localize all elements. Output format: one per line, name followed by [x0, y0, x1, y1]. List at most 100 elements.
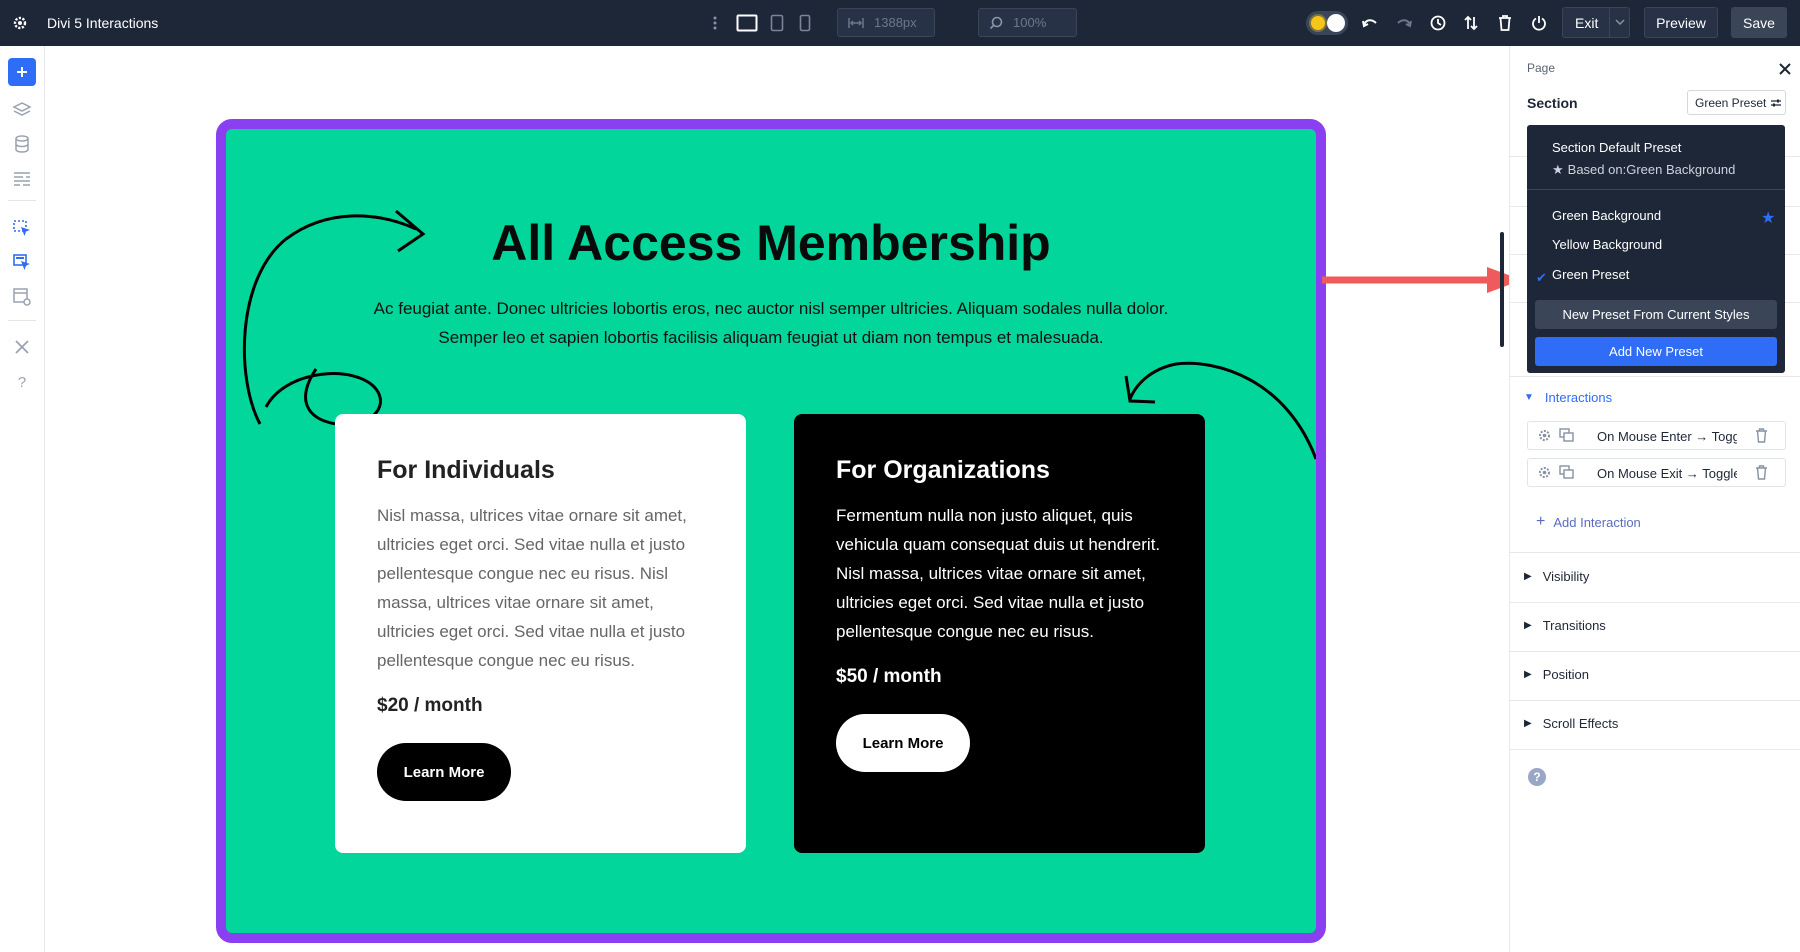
- breadcrumb[interactable]: Page: [1527, 61, 1555, 75]
- learn-more-button[interactable]: Learn More: [377, 743, 511, 801]
- card-price: $20 / month: [377, 695, 483, 716]
- exit-button[interactable]: Exit: [1562, 7, 1630, 38]
- divi-builder: Divi 5 Interactions 1388px 100% Exit Pre…: [0, 0, 1800, 952]
- width-arrows-icon: [848, 17, 864, 28]
- position-accordion[interactable]: ▶ Position: [1524, 667, 1589, 682]
- phone-view-button[interactable]: [799, 0, 811, 46]
- caret-right-icon: ▶: [1524, 620, 1532, 631]
- add-new-preset-button[interactable]: Add New Preset: [1535, 337, 1777, 366]
- power-button[interactable]: [1526, 10, 1552, 36]
- card-organizations[interactable]: For Organizations Fermentum nulla non ju…: [794, 414, 1205, 853]
- add-module-button[interactable]: [8, 58, 36, 86]
- card-price: $50 / month: [836, 666, 942, 687]
- settings-gear-button[interactable]: [12, 0, 28, 46]
- theme-toggle[interactable]: [1306, 11, 1348, 35]
- layout-icon: [14, 172, 30, 186]
- section-label: Section: [1527, 95, 1578, 111]
- plus-icon: [17, 67, 27, 77]
- desktop-view-button[interactable]: [736, 0, 758, 46]
- add-interaction-button[interactable]: + Add Interaction: [1536, 513, 1641, 531]
- new-preset-from-current-button[interactable]: New Preset From Current Styles: [1535, 300, 1777, 329]
- hero-title: All Access Membership: [491, 215, 1051, 271]
- preset-option-green-preset[interactable]: Green Preset: [1552, 267, 1629, 282]
- chevron-down-icon: [1615, 19, 1625, 25]
- search-icon: [989, 16, 1003, 29]
- desktop-icon: [736, 14, 758, 32]
- default-preset-based-on: ★ Based on:Green Background: [1552, 162, 1736, 177]
- trash-icon[interactable]: [1755, 428, 1768, 443]
- preview-button[interactable]: Preview: [1644, 7, 1718, 38]
- clear-layout-button[interactable]: [1492, 10, 1518, 36]
- tools-button[interactable]: [8, 333, 36, 361]
- panel-resize-handle[interactable]: [1500, 232, 1504, 347]
- exit-label: Exit: [1575, 14, 1599, 31]
- preset-dropdown: Section Default Preset ★ Based on:Green B…: [1527, 125, 1785, 373]
- undo-button[interactable]: [1357, 10, 1383, 36]
- help-icon[interactable]: ?: [1528, 768, 1546, 786]
- default-preset-item[interactable]: Section Default Preset: [1552, 140, 1681, 155]
- trash-icon: [1499, 15, 1511, 31]
- card-title: For Individuals: [377, 456, 555, 484]
- card-individuals[interactable]: For Individuals Nisl massa, ultrices vit…: [335, 414, 746, 853]
- interactions-accordion[interactable]: ▼ Interactions: [1524, 390, 1612, 405]
- duplicate-icon[interactable]: [1559, 428, 1574, 443]
- database-icon: [15, 135, 29, 153]
- page-settings-button[interactable]: [8, 283, 36, 311]
- preset-option-green-background[interactable]: Green Background: [1552, 208, 1661, 223]
- zoom-value: 100%: [1013, 15, 1047, 30]
- redo-button[interactable]: [1391, 10, 1417, 36]
- visibility-accordion[interactable]: ▶ Visibility: [1524, 569, 1589, 584]
- membership-section[interactable]: All Access Membership Ac feugiat ante. D…: [216, 119, 1326, 943]
- card-text: Nisl massa, ultrices vitae ornare sit am…: [377, 506, 687, 670]
- learn-more-button[interactable]: Learn More: [836, 714, 970, 772]
- toggle-knob: [1327, 14, 1345, 32]
- sliders-icon: [1771, 99, 1782, 106]
- gear-icon[interactable]: [1537, 465, 1552, 480]
- checkmark-icon: ✔: [1536, 270, 1547, 285]
- page-gear-icon: [13, 288, 31, 306]
- layers-button[interactable]: [8, 96, 36, 124]
- star-icon[interactable]: ★: [1761, 208, 1775, 228]
- preset-select[interactable]: Green Preset: [1687, 90, 1786, 115]
- hero-text: Ac feugiat ante. Donec ultricies loborti…: [373, 299, 1169, 347]
- preset-select-value: Green Preset: [1695, 95, 1767, 110]
- power-icon: [1532, 16, 1546, 31]
- plus-icon: +: [1536, 513, 1546, 530]
- zoom-field[interactable]: 100%: [978, 8, 1077, 37]
- interactions-button[interactable]: [8, 215, 36, 243]
- canvas-width-field[interactable]: 1388px: [837, 8, 935, 37]
- card-title: For Organizations: [836, 456, 1050, 484]
- caret-right-icon: ▶: [1524, 571, 1532, 582]
- interactions-list-button[interactable]: [8, 249, 36, 277]
- more-options-button[interactable]: [712, 0, 718, 46]
- interaction-row[interactable]: On Mouse Exit → Toggle Preset: [1527, 458, 1786, 487]
- tablet-view-button[interactable]: [770, 0, 784, 46]
- app-title: Divi 5 Interactions: [47, 15, 159, 31]
- clock-icon: [1430, 15, 1446, 31]
- duplicate-icon[interactable]: [1559, 465, 1574, 480]
- interaction-label: On Mouse Exit → Toggle Preset: [1597, 466, 1737, 481]
- save-button[interactable]: Save: [1731, 7, 1787, 38]
- cursor-select-icon: [13, 254, 30, 270]
- close-panel-button[interactable]: [1778, 60, 1792, 81]
- top-toolbar: Divi 5 Interactions 1388px 100% Exit Pre…: [0, 0, 1800, 46]
- redo-icon: [1397, 19, 1412, 28]
- trash-icon[interactable]: [1755, 465, 1768, 480]
- vertical-dots-icon: [713, 16, 717, 30]
- help-button[interactable]: ?: [8, 368, 36, 396]
- close-icon: [1779, 63, 1791, 75]
- canvas-width-value: 1388px: [874, 15, 917, 30]
- database-button[interactable]: [8, 130, 36, 158]
- tablet-icon: [770, 14, 784, 32]
- star-icon: ★: [1552, 162, 1564, 177]
- transitions-accordion[interactable]: ▶ Transitions: [1524, 618, 1606, 633]
- interaction-row[interactable]: On Mouse Enter → Toggle Preset: [1527, 421, 1786, 450]
- history-button[interactable]: [1425, 10, 1451, 36]
- gear-icon[interactable]: [1537, 428, 1552, 443]
- scroll-effects-accordion[interactable]: ▶ Scroll Effects: [1524, 716, 1618, 731]
- card-text: Fermentum nulla non justo aliquet, quis …: [836, 506, 1161, 641]
- preset-option-yellow-background[interactable]: Yellow Background: [1552, 237, 1662, 252]
- layout-button[interactable]: [8, 165, 36, 193]
- sort-button[interactable]: [1458, 10, 1484, 36]
- gear-icon: [13, 16, 27, 30]
